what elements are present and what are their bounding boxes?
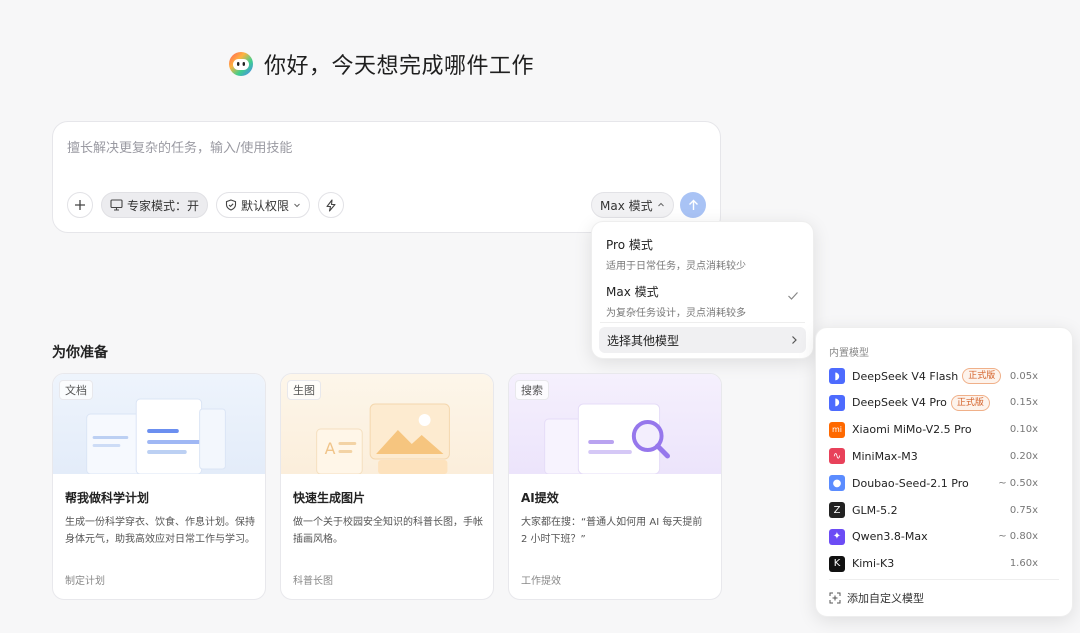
mode-option-title: Max 模式 xyxy=(606,285,659,299)
card-title: AI提效 xyxy=(521,491,559,505)
mode-selector-label: Max 模式 xyxy=(600,198,653,213)
expert-mode-label: 专家模式：开 xyxy=(127,198,200,213)
model-name: DeepSeek V4 Flash xyxy=(852,369,959,383)
composer-toolbar: 专家模式：开 默认权限 xyxy=(67,192,345,218)
model-option[interactable]: mi Xiaomi MiMo-V2.5 Pro 0.10x xyxy=(829,420,1038,440)
composer-input[interactable]: 擅长解决更复杂的任务，输入/使用技能 xyxy=(67,137,292,156)
model-name: MiniMax-M3 xyxy=(852,449,918,463)
select-other-model[interactable]: 选择其他模型 xyxy=(599,327,806,353)
card-tag: 文档 xyxy=(59,380,93,400)
model-rate: 0.15x xyxy=(1009,397,1038,409)
doubao-icon: ● xyxy=(829,475,845,492)
zhipu-z-icon: Z xyxy=(829,502,845,518)
model-option[interactable]: ● Doubao-Seed-2.1 Pro ~ 0.50x xyxy=(829,473,1038,493)
model-option[interactable]: ∿ MiniMax-M3 0.20x xyxy=(829,446,1038,466)
model-option[interactable]: ◗ DeepSeek V4 Pro 正式版 0.15x xyxy=(829,393,1038,413)
minimax-wave-icon: ∿ xyxy=(829,448,845,465)
mode-option-desc: 为复杂任务设计，灵点消耗较多 xyxy=(606,308,746,319)
expert-mode-toggle[interactable]: 专家模式：开 xyxy=(101,192,209,218)
model-rate: 1.60x xyxy=(1009,558,1038,570)
add-custom-model-button[interactable]: 添加自定义模型 xyxy=(829,590,924,606)
card-tag: 搜索 xyxy=(515,380,549,400)
card-desc: 生成一份科学穿衣、饮食、作息计划。保持身体元气，助我高效应对日常工作与学习。 xyxy=(65,517,255,545)
model-menu: 内置模型 ◗ DeepSeek V4 Flash 正式版 0.05x ◗ DeepSeek… xyxy=(815,327,1073,617)
model-rate: 0.10x xyxy=(1009,424,1038,436)
mode-option-pro[interactable]: Pro 模式 适用于日常任务，灵点消耗较少 xyxy=(606,236,746,272)
greeting-text: 你好，今天想完成哪件工作 xyxy=(264,54,535,79)
model-rate: 0.20x xyxy=(1009,450,1038,462)
mode-option-title: Pro 模式 xyxy=(606,238,653,252)
card-footer: 科普长图 xyxy=(293,576,333,587)
card-desc: 做一个关于校园安全知识的科普长图，手帐插画风格。 xyxy=(293,517,483,545)
chevron-up-icon xyxy=(657,202,664,207)
model-rate: 0.75x xyxy=(1009,504,1038,516)
deepseek-whale-icon: ◗ xyxy=(829,394,845,411)
suggestion-card-image[interactable]: A 生图 快速生成图片 做一个关于校园安全知识的科普长图，手帐插画风格。 科普长… xyxy=(280,373,494,600)
model-rate: ~ 0.50x xyxy=(998,477,1038,489)
send-button[interactable] xyxy=(680,192,706,218)
lightning-icon xyxy=(326,198,336,212)
permission-dropdown[interactable]: 默认权限 xyxy=(216,192,311,218)
chevron-down-icon xyxy=(294,203,300,208)
qwen-icon: ✦ xyxy=(829,528,845,545)
composer[interactable]: 擅长解决更复杂的任务，输入/使用技能 专家模式：开 默认权限 Max 模式 xyxy=(52,121,721,233)
model-option[interactable]: K Kimi-K3 1.60x xyxy=(829,554,1038,574)
model-name: GLM-5.2 xyxy=(852,503,898,517)
model-menu-header: 内置模型 xyxy=(829,348,869,359)
add-box-icon xyxy=(829,592,841,604)
lightning-button[interactable] xyxy=(318,192,345,218)
suggestion-card-doc[interactable]: 文档 帮我做科学计划 生成一份科学穿衣、饮食、作息计划。保持身体元气，助我高效应… xyxy=(52,373,266,600)
card-footer: 制定计划 xyxy=(65,576,105,587)
model-name: DeepSeek V4 Pro xyxy=(852,396,947,410)
model-option[interactable]: ◗ DeepSeek V4 Flash 正式版 0.05x xyxy=(829,366,1038,386)
suggestion-card-search[interactable]: 搜索 AI提效 大家都在搜：“普通人如何用 AI 每天提前 2 小时下班？” 工… xyxy=(508,373,722,600)
select-other-model-label: 选择其他模型 xyxy=(607,333,680,348)
card-tag: 生图 xyxy=(287,380,321,400)
model-rate: 0.05x xyxy=(1009,370,1038,382)
card-title: 快速生成图片 xyxy=(293,491,366,505)
model-name: Kimi-K3 xyxy=(852,557,895,571)
menu-divider xyxy=(600,322,805,323)
mode-menu: Pro 模式 适用于日常任务，灵点消耗较少 Max 模式 为复杂任务设计，灵点消… xyxy=(591,221,814,359)
release-badge: 正式版 xyxy=(962,368,1002,384)
plus-icon xyxy=(75,200,85,210)
mode-option-max[interactable]: Max 模式 为复杂任务设计，灵点消耗较多 xyxy=(606,283,746,319)
check-icon xyxy=(788,292,798,300)
menu-divider xyxy=(829,579,1059,580)
model-rate: ~ 0.80x xyxy=(998,531,1038,543)
greeting: 你好，今天想完成哪件工作 xyxy=(228,48,534,80)
permission-label: 默认权限 xyxy=(241,198,290,213)
kimi-k-icon: K xyxy=(829,555,845,572)
xiaomi-icon: mi xyxy=(829,421,845,438)
arrow-up-icon xyxy=(688,199,698,210)
model-name: Xiaomi MiMo-V2.5 Pro xyxy=(852,423,972,437)
chevron-right-icon xyxy=(792,336,797,344)
model-name: Qwen3.8-Max xyxy=(852,530,928,544)
add-custom-model-label: 添加自定义模型 xyxy=(847,592,924,605)
shield-icon xyxy=(225,199,237,211)
deepseek-whale-icon: ◗ xyxy=(829,368,845,384)
model-option[interactable]: ✦ Qwen3.8-Max ~ 0.80x xyxy=(829,527,1038,547)
mode-selector[interactable]: Max 模式 xyxy=(591,192,674,218)
add-button[interactable] xyxy=(67,192,93,218)
model-name: Doubao-Seed-2.1 Pro xyxy=(852,476,969,490)
card-title: 帮我做科学计划 xyxy=(65,491,150,505)
monitor-icon xyxy=(110,199,123,211)
card-footer: 工作提效 xyxy=(521,576,561,587)
card-desc: 大家都在搜：“普通人如何用 AI 每天提前 2 小时下班？” xyxy=(521,517,703,545)
mode-option-desc: 适用于日常任务，灵点消耗较少 xyxy=(606,261,746,272)
app-logo-icon xyxy=(229,52,253,76)
release-badge: 正式版 xyxy=(950,394,990,411)
model-option[interactable]: Z GLM-5.2 0.75x xyxy=(829,500,1038,520)
svg-text:A: A xyxy=(325,439,336,458)
section-title: 为你准备 xyxy=(52,345,108,361)
